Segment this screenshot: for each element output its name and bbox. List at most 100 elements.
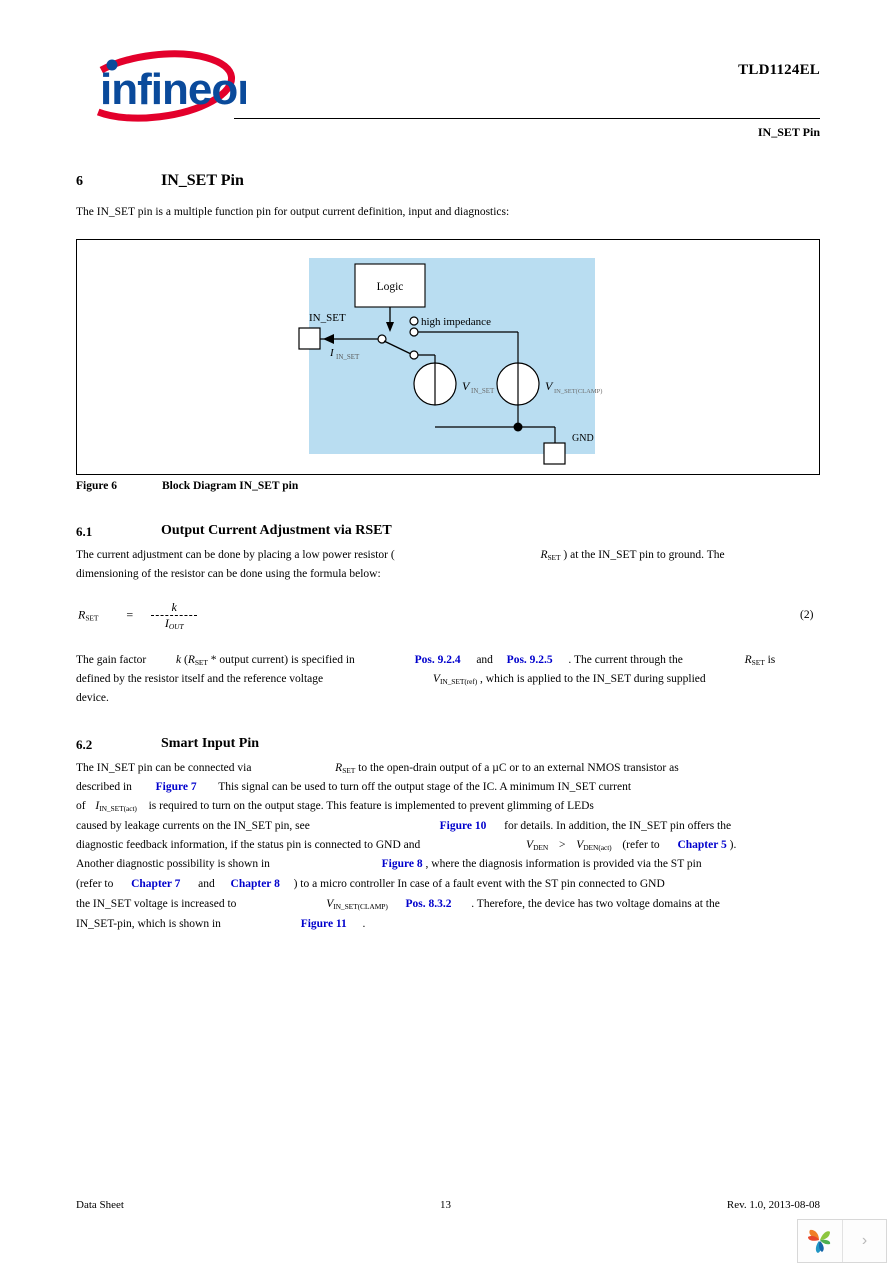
v-den-act-sub: DEN(act): [583, 843, 612, 852]
section-6-number: 6: [76, 174, 83, 189]
running-head: IN_SET Pin: [757, 125, 820, 139]
section-6-1-line-2: dimensioning of the resistor can be done…: [76, 568, 381, 580]
current-label-sub: IN_SET: [336, 353, 360, 361]
link-chapter-7[interactable]: Chapter 7: [131, 878, 180, 890]
r-set-sub-3: SET: [751, 658, 765, 667]
v-in-set-clamp-sub: IN_SET(CLAMP): [333, 902, 388, 911]
gnd-label: GND: [572, 433, 594, 444]
svg-text:infineon: infineon: [100, 65, 246, 114]
r-set-sub-2: SET: [194, 658, 208, 667]
s61-p2-and: and: [476, 654, 493, 666]
link-figure-11[interactable]: Figure 11: [301, 918, 347, 930]
leaf-flower-icon: [807, 1229, 831, 1253]
s62-l5-gt: >: [558, 839, 566, 851]
s61-l1-b: ) at the IN_SET pin to ground. The: [563, 549, 725, 561]
s62-l5-b: (refer to: [622, 839, 660, 851]
link-chapter-8[interactable]: Chapter 8: [231, 878, 280, 890]
eq-denominator-sub: OUT: [168, 621, 184, 631]
section-6-1-number: 6.1: [76, 524, 93, 539]
section-6-1-title: Output Current Adjustment via RSET: [161, 523, 392, 538]
gain-factor-k: k: [176, 654, 182, 666]
infineon-logo: infineon: [76, 46, 246, 122]
i-in-set-act-sub: IN_SET(act): [99, 804, 137, 813]
s62-l2-b: This signal can be used to turn off the …: [218, 781, 632, 793]
header-divider: [234, 118, 820, 119]
viewer-nav-widget[interactable]: ›: [797, 1219, 887, 1263]
s62-l3-a: of: [76, 800, 86, 812]
link-figure-10[interactable]: Figure 10: [440, 820, 487, 832]
v-in-set-ref-sub: IN_SET(ref): [439, 677, 478, 686]
section-6-2-number: 6.2: [76, 737, 93, 752]
footer-revision: Rev. 1.0, 2013-08-08: [726, 1199, 820, 1211]
figure-6-frame: Logic IN_SET I IN_SET high impedance V I…: [76, 239, 820, 475]
equation-2: RSET = k IOUT: [78, 600, 198, 631]
s62-l8-a: the IN_SET voltage is increased to: [76, 898, 237, 910]
equation-2-number: (2): [800, 609, 814, 621]
section-6-2-line-2: described in Figure 7 This signal can be…: [76, 781, 631, 794]
next-page-button[interactable]: ›: [843, 1220, 886, 1262]
section-6-2-line-7: (refer to Chapter 7 and Chapter 8 ) to a…: [76, 878, 665, 891]
link-pos-8-3-2[interactable]: Pos. 8.3.2: [406, 898, 452, 910]
v-in-set-clamp-label-sub: IN_SET(CLAMP): [554, 388, 602, 395]
link-figure-8[interactable]: Figure 8: [382, 858, 423, 870]
s62-l1-b: to the open-drain output of a µC or to a…: [358, 762, 679, 774]
s61-p2-d: . The current through the: [568, 654, 683, 666]
footer-data-sheet: Data Sheet: [76, 1199, 124, 1211]
link-pos-9-2-4[interactable]: Pos. 9.2.4: [415, 654, 461, 666]
section-6-1-p2-line-2: defined by the resistor itself and the r…: [76, 673, 706, 688]
section-6-2-line-4: caused by leakage currents on the IN_SET…: [76, 820, 731, 833]
s61-p2-e: is: [767, 654, 776, 666]
s62-l5-a: diagnostic feedback information, if the …: [76, 839, 421, 851]
section-6-2-line-8: the IN_SET voltage is increased to VIN_S…: [76, 898, 720, 913]
eq-lhs-sub: SET: [85, 613, 99, 623]
s62-l9-b: .: [362, 918, 366, 930]
figure-6-caption: Figure 6 Block Diagram IN_SET pin: [76, 480, 298, 492]
section-6-2-line-3: of IIN_SET(act) is required to turn on t…: [76, 800, 594, 815]
section-6-2-line-5: diagnostic feedback information, if the …: [76, 839, 736, 854]
s62-l6-a: Another diagnostic possibility is shown …: [76, 858, 270, 870]
brand-logo-button[interactable]: [798, 1220, 843, 1262]
s61-l1-a: The current adjustment can be done by pl…: [76, 549, 395, 561]
section-6-1-p2-line-1: The gain factor k (RSET * output current…: [76, 654, 775, 669]
v-den-sub: DEN: [533, 843, 549, 852]
section-6-2-line-6: Another diagnostic possibility is shown …: [76, 858, 702, 871]
s62-l3-b: is required to turn on the output stage.…: [148, 800, 594, 812]
eq-equals: =: [126, 607, 134, 622]
s62-l7-a: (refer to: [76, 878, 114, 890]
s61-p2-a: The gain factor: [76, 654, 147, 666]
v-in-set-ref-var: V: [432, 673, 440, 685]
section-6-2-line-9: IN_SET-pin, which is shown in Figure 11 …: [76, 918, 365, 931]
datasheet-page: infineon TLD1124EL IN_SET Pin 6 IN_SET P…: [0, 0, 892, 1263]
figure-6-label: Figure 6: [76, 480, 117, 492]
section-6-title: IN_SET Pin: [161, 172, 244, 189]
r-set-sub-4: SET: [342, 766, 356, 775]
eq-denominator: IOUT: [164, 615, 184, 631]
s61-p2-l2-b: , which is applied to the IN_SET during …: [480, 673, 706, 685]
block-diagram-svg: Logic IN_SET I IN_SET high impedance V I…: [298, 258, 602, 465]
s62-l4-a: caused by leakage currents on the IN_SET…: [76, 820, 310, 832]
link-chapter-5[interactable]: Chapter 5: [677, 839, 726, 851]
s62-l5-c: ).: [729, 839, 737, 851]
s62-l9-a: IN_SET-pin, which is shown in: [76, 918, 221, 930]
section-6-intro: The IN_SET pin is a multiple function pi…: [76, 206, 510, 218]
s62-l8-b: . Therefore, the device has two voltage …: [471, 898, 720, 910]
logic-block-label: Logic: [377, 281, 404, 293]
section-6-2-line-1: The IN_SET pin can be connected via RSET…: [76, 762, 679, 777]
eq-numerator: k: [171, 600, 177, 614]
s62-l4-b: for details. In addition, the IN_SET pin…: [504, 820, 732, 832]
section-6-1-p2-line-3: device.: [76, 692, 109, 704]
section-6-1-line-1: The current adjustment can be done by pl…: [76, 549, 725, 564]
footer-page-number: 13: [440, 1199, 451, 1211]
s61-p2-c: * output current) is specified in: [210, 654, 355, 666]
document-title: TLD1124EL: [738, 62, 820, 78]
in-set-pin-label: IN_SET: [309, 312, 346, 324]
r-set-var-3: R: [744, 654, 752, 666]
s61-p2-l2-a: defined by the resistor itself and the r…: [76, 673, 324, 685]
high-impedance-label: high impedance: [421, 316, 491, 328]
link-pos-9-2-5[interactable]: Pos. 9.2.5: [507, 654, 553, 666]
eq-fraction: k IOUT: [151, 600, 198, 631]
s62-l7-and: and: [198, 878, 215, 890]
s62-l1-a: The IN_SET pin can be connected via: [76, 762, 252, 774]
link-figure-7[interactable]: Figure 7: [156, 781, 197, 793]
s62-l7-b: ) to a micro controller In case of a fau…: [293, 878, 665, 890]
